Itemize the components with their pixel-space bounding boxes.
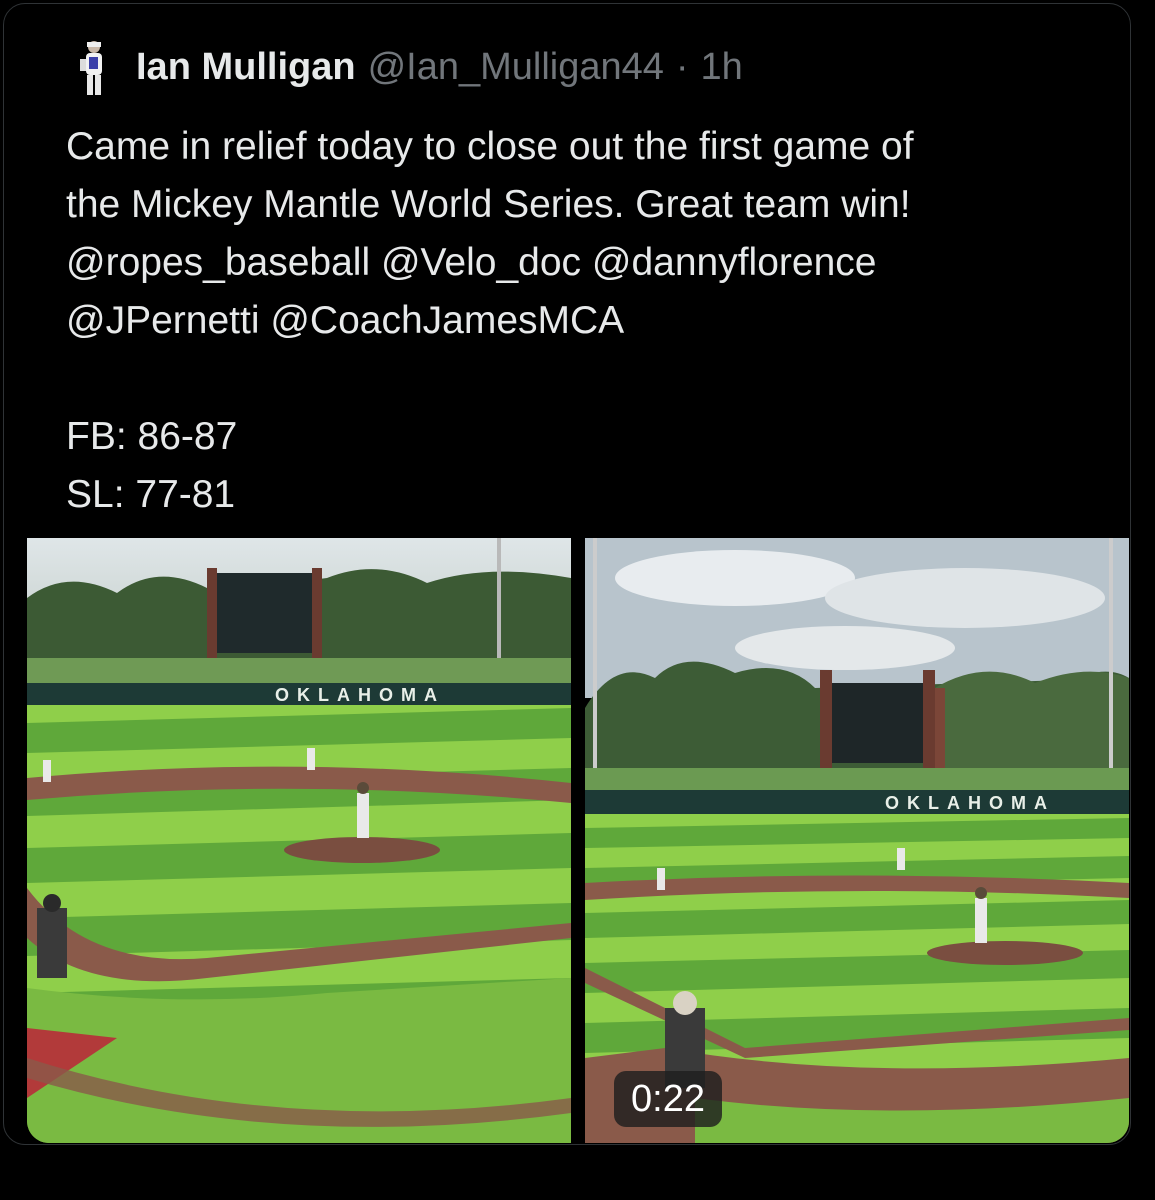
avatar[interactable] <box>72 37 112 101</box>
mentions-line[interactable]: @JPernetti @CoachJamesMCA <box>66 292 1086 350</box>
media-container: OKLAHOMA OKLAHOMA <box>27 538 1129 1143</box>
timestamp[interactable]: 1h <box>701 46 743 89</box>
photo-left[interactable]: OKLAHOMA <box>27 538 571 1143</box>
video-duration-badge: 0:22 <box>614 1071 722 1127</box>
mentions-line[interactable]: @ropes_baseball @Velo_doc @dannyflorence <box>66 234 1086 292</box>
fastball-velocity: FB: 86-87 <box>66 415 238 458</box>
slider-velocity: SL: 77-81 <box>66 473 236 516</box>
outfield-wall-text: OKLAHOMA <box>275 685 445 705</box>
tweet-line: Came in relief today to close out the fi… <box>66 125 914 168</box>
tweet-line: the Mickey Mantle World Series. Great te… <box>66 183 911 226</box>
tweet-header: Ian Mulligan @Ian_Mulligan44 · 1h <box>136 46 743 96</box>
separator-dot: · <box>675 46 689 88</box>
video-thumbnail[interactable]: OKLAHOMA <box>585 538 1129 1143</box>
author-name[interactable]: Ian Mulligan <box>136 46 356 89</box>
tweet-body: Came in relief today to close out the fi… <box>66 118 1086 524</box>
outfield-wall-text: OKLAHOMA <box>885 793 1055 813</box>
author-handle[interactable]: @Ian_Mulligan44 <box>368 46 664 89</box>
